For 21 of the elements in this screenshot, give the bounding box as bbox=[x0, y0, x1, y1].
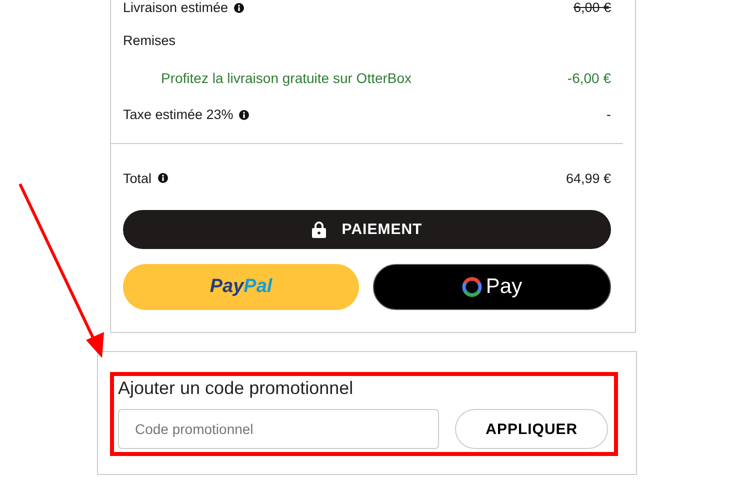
paypal-button[interactable]: PayPal bbox=[123, 264, 359, 310]
google-pay-button[interactable]: Pay bbox=[373, 264, 611, 310]
row-label: Remises bbox=[123, 32, 176, 48]
info-icon[interactable] bbox=[239, 110, 250, 120]
row-label: Taxe estimée 23% bbox=[123, 107, 234, 122]
row-value: 6,00 € bbox=[573, 0, 611, 15]
info-icon[interactable] bbox=[158, 173, 168, 184]
row-label: Livraison estimée bbox=[123, 0, 228, 15]
discount-label: Profitez la livraison gratuite sur OtterBox bbox=[161, 70, 412, 86]
promo-code-field[interactable]: Code promotionnel bbox=[118, 409, 440, 449]
promo-title: Ajouter un code promotionnel bbox=[118, 378, 354, 399]
lock-icon bbox=[312, 220, 326, 238]
total-label: Total bbox=[123, 170, 152, 186]
discount-value: -6,00 € bbox=[567, 70, 611, 86]
info-icon[interactable] bbox=[234, 2, 244, 12]
row-value: - bbox=[606, 107, 611, 122]
checkout-button[interactable]: PAIEMENT bbox=[123, 210, 611, 249]
total-value: 64,99 € bbox=[566, 170, 611, 186]
apply-button[interactable]: APPLIQUER bbox=[455, 409, 608, 449]
paypal-logo: PayPal bbox=[210, 276, 272, 298]
google-g-icon bbox=[462, 274, 484, 299]
